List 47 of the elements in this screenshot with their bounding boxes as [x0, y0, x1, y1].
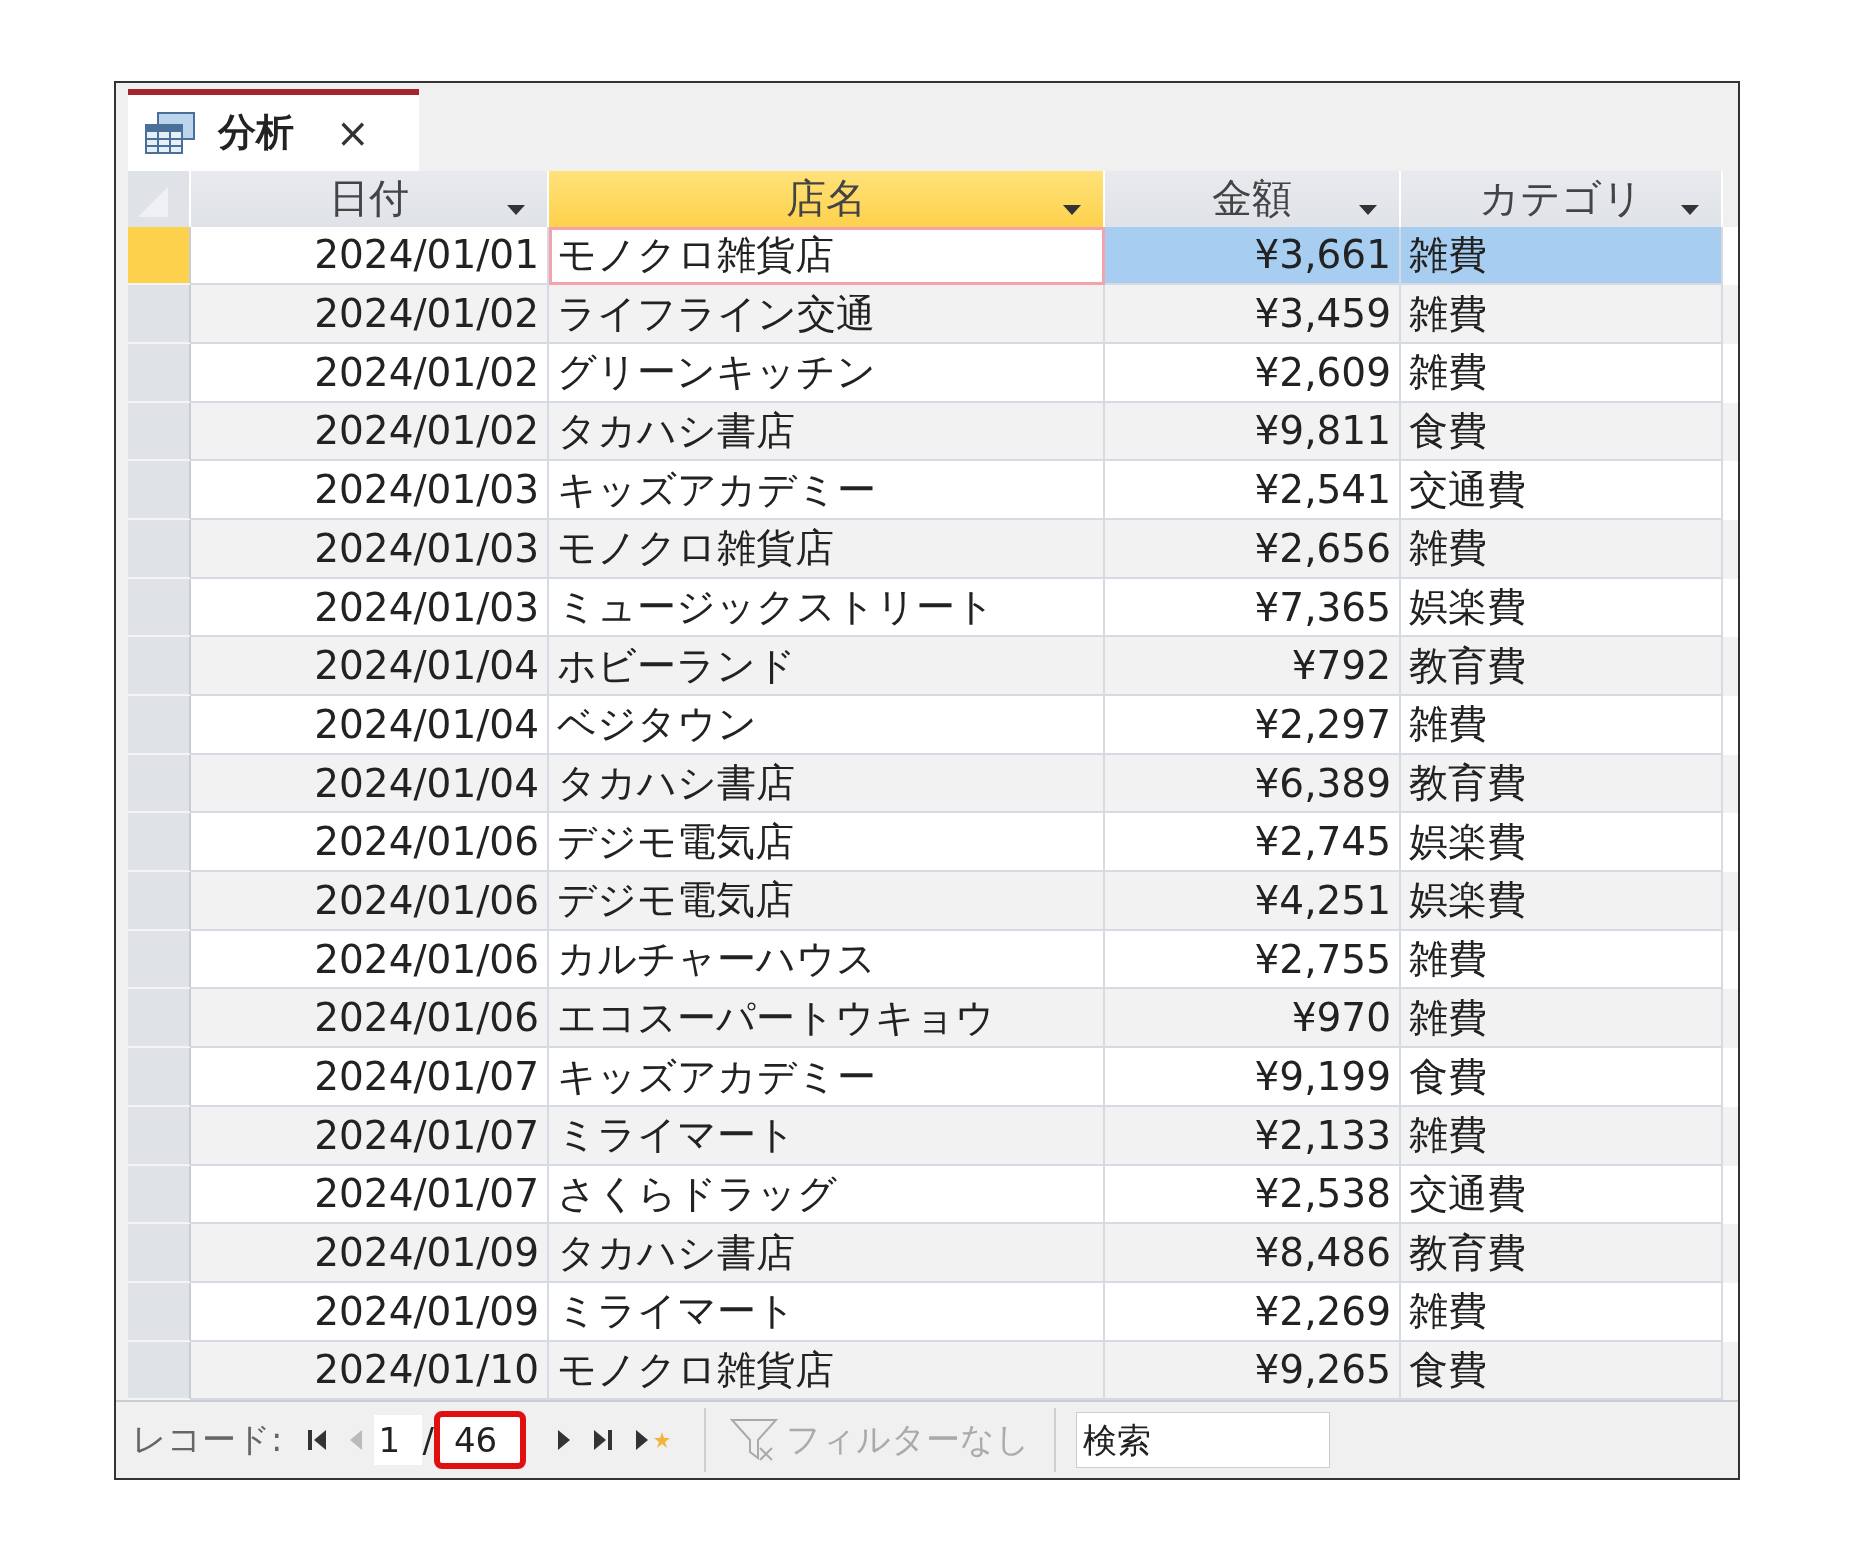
record-selector[interactable] — [128, 226, 191, 286]
record-selector[interactable] — [128, 813, 191, 873]
last-record-icon — [593, 1430, 612, 1451]
column-header[interactable]: 店名 — [549, 170, 1105, 227]
select-all-corner[interactable] — [128, 170, 191, 227]
record-selector[interactable] — [128, 343, 191, 403]
record-selector[interactable] — [128, 1048, 191, 1107]
funnel-icon — [729, 1418, 780, 1463]
record-selector[interactable] — [128, 696, 191, 755]
record-selector[interactable] — [128, 1165, 191, 1225]
left-triangle-icon — [350, 1430, 363, 1451]
record-selector[interactable] — [128, 285, 191, 344]
triangle-star-icon — [635, 1428, 672, 1453]
record-selector[interactable] — [128, 1224, 191, 1283]
close-button[interactable]: × — [336, 109, 370, 156]
current-record-field[interactable]: 1 — [374, 1415, 423, 1466]
record-selector[interactable] — [128, 989, 191, 1049]
search-field[interactable]: 検索 — [1075, 1412, 1330, 1469]
first-record-icon — [308, 1430, 327, 1451]
table-icon — [144, 110, 196, 155]
column-header[interactable]: 金額 — [1105, 170, 1401, 227]
dropdown-arrow-icon[interactable] — [507, 204, 525, 215]
record-label: レコード: — [132, 1418, 283, 1462]
record-selector[interactable] — [128, 637, 191, 697]
tab-title: 分析 — [218, 109, 294, 157]
table-cell: モノクロ雑貨店 — [549, 226, 1105, 286]
dropdown-arrow-icon[interactable] — [1063, 204, 1081, 215]
record-selector[interactable] — [128, 872, 191, 931]
right-triangle-icon — [557, 1430, 570, 1451]
column-header[interactable]: 日付 — [191, 170, 549, 227]
record-selector[interactable] — [128, 930, 191, 990]
column-header[interactable]: カテゴリ — [1401, 170, 1723, 227]
dropdown-arrow-icon[interactable] — [1681, 204, 1699, 215]
record-selector[interactable] — [128, 754, 191, 814]
record-selector[interactable] — [128, 461, 191, 520]
record-selector[interactable] — [128, 1282, 191, 1342]
table-cell: ¥3,661 — [1105, 226, 1401, 286]
table-cell: 雑費 — [1401, 226, 1723, 286]
record-selector[interactable] — [128, 1341, 191, 1401]
record-separator: / — [422, 1420, 434, 1461]
record-selector[interactable] — [128, 578, 191, 638]
record-selector[interactable] — [128, 519, 191, 579]
dropdown-arrow-icon[interactable] — [1359, 204, 1377, 215]
record-selector[interactable] — [128, 1106, 191, 1166]
total-records-field[interactable]: 46 — [433, 1411, 526, 1470]
record-selector[interactable] — [128, 402, 191, 462]
document-tab[interactable]: 分析 × — [128, 88, 419, 171]
